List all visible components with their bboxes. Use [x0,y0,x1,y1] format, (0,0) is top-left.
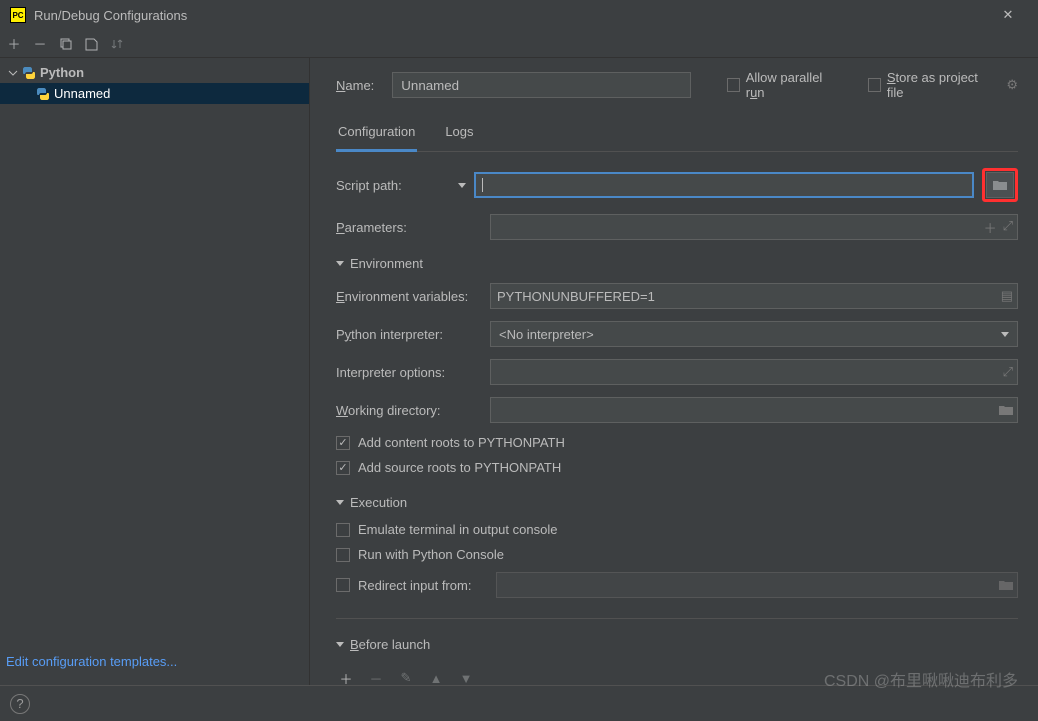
titlebar: PC Run/Debug Configurations ✕ [0,0,1038,30]
checkbox-icon [868,78,881,92]
store-project-checkbox[interactable]: Store as project file [868,70,984,100]
add-source-roots-label: Add source roots to PYTHONPATH [358,460,561,475]
chevron-down-icon [336,261,344,266]
run-python-console-checkbox[interactable] [336,548,350,562]
plus-icon[interactable]: ＋ [984,218,997,237]
env-vars-label: Environment variables: [336,289,482,304]
expand-icon[interactable]: ⤢ [1003,218,1013,237]
allow-parallel-label: Allow parallel run [746,70,833,100]
name-input[interactable] [392,72,691,98]
folder-icon [993,179,1007,191]
environment-label: Environment [350,256,423,271]
add-icon[interactable]: ＋ [6,36,22,52]
emulate-terminal-label: Emulate terminal in output console [358,522,557,537]
add-content-roots-label: Add content roots to PYTHONPATH [358,435,565,450]
redirect-input-field[interactable] [496,572,1018,598]
store-project-label: Store as project file [887,70,984,100]
chevron-down-icon [336,642,344,647]
before-launch-label: Before launch [350,637,430,652]
folder-icon [999,579,1013,591]
checkbox-icon [727,78,740,92]
working-dir-label: Working directory: [336,403,482,418]
add-icon[interactable]: ＋ [336,668,356,685]
add-content-roots-checkbox[interactable] [336,436,350,450]
window-title: Run/Debug Configurations [34,8,187,23]
list-icon[interactable]: ▤ [1001,288,1013,304]
run-python-console-label: Run with Python Console [358,547,504,562]
emulate-terminal-checkbox[interactable] [336,523,350,537]
interpreter-value: <No interpreter> [499,327,594,342]
python-icon [22,66,36,80]
parameters-label: Parameters: [336,220,482,235]
execution-label: Execution [350,495,407,510]
chevron-down-icon [8,68,18,78]
close-icon[interactable]: ✕ [988,7,1028,23]
up-icon[interactable]: ▲ [426,668,446,685]
interpreter-opts-input[interactable]: ⤢ [490,359,1018,385]
pycharm-icon: PC [10,7,26,23]
script-path-dropdown[interactable]: Script path: [336,178,466,193]
caret-icon [482,178,483,192]
config-tabs: Configuration Logs [336,118,1018,152]
highlight-annotation [982,168,1018,202]
bottom-bar: ? [0,685,1038,721]
redirect-input-checkbox[interactable] [336,578,350,592]
name-label: Name: [336,78,374,93]
interpreter-label: Python interpreter: [336,327,482,342]
script-path-input[interactable] [474,172,974,198]
tree-label-python: Python [40,65,84,80]
redirect-input-label: Redirect input from: [358,578,488,593]
config-content: Name: Allow parallel run Store as projec… [310,58,1038,685]
browse-button[interactable] [986,172,1014,198]
copy-icon[interactable] [58,36,74,52]
allow-parallel-checkbox[interactable]: Allow parallel run [727,70,832,100]
sort-icon[interactable] [110,36,126,52]
down-icon[interactable]: ▼ [456,668,476,685]
tab-logs[interactable]: Logs [443,118,475,151]
folder-icon[interactable] [999,404,1013,416]
script-path-label: Script path: [336,178,402,193]
before-launch-section[interactable]: Before launch [336,637,1018,652]
expand-icon[interactable]: ⤢ [1003,364,1013,380]
environment-section[interactable]: Environment [336,256,1018,271]
config-sidebar: Python Unnamed Edit configuration templa… [0,58,310,685]
separator [336,618,1018,619]
env-vars-input[interactable]: PYTHONUNBUFFERED=1 ▤ [490,283,1018,309]
interpreter-select[interactable]: <No interpreter> [490,321,1018,347]
gear-icon[interactable]: ⚙ [1006,77,1018,93]
chevron-down-icon [458,183,466,188]
config-toolbar: ＋ － [0,30,1038,58]
tree-label-unnamed: Unnamed [54,86,110,101]
save-config-icon[interactable] [84,36,100,52]
remove-icon[interactable]: － [32,36,48,52]
help-button[interactable]: ? [10,694,30,714]
env-vars-value: PYTHONUNBUFFERED=1 [497,289,655,304]
tree-node-python[interactable]: Python [0,62,309,83]
add-source-roots-checkbox[interactable] [336,461,350,475]
interpreter-opts-label: Interpreter options: [336,365,482,380]
chevron-down-icon [336,500,344,505]
chevron-down-icon [1001,332,1009,337]
edit-icon[interactable]: ✎ [396,668,416,685]
python-icon [36,87,50,101]
edit-templates-link[interactable]: Edit configuration templates... [6,654,177,669]
execution-section[interactable]: Execution [336,495,1018,510]
working-dir-input[interactable] [490,397,1018,423]
tab-configuration[interactable]: Configuration [336,118,417,152]
tree-node-unnamed[interactable]: Unnamed [0,83,309,104]
remove-icon[interactable]: － [366,668,386,685]
parameters-input[interactable]: ＋ ⤢ [490,214,1018,240]
before-launch-toolbar: ＋ － ✎ ▲ ▼ [336,664,1018,685]
